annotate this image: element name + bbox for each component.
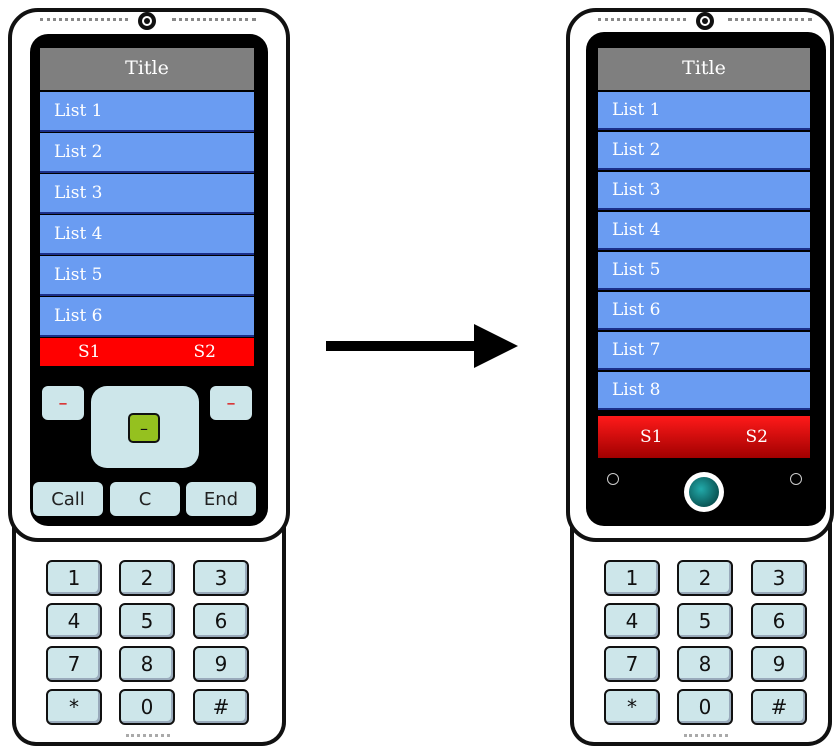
- right-list-item-8[interactable]: List 8: [598, 372, 810, 410]
- right-list-item-4[interactable]: List 4: [598, 212, 810, 250]
- right-home-button-icon[interactable]: [684, 472, 724, 512]
- left-softkey-bar: S1 S2: [40, 338, 254, 366]
- left-key-6[interactable]: 6: [193, 603, 249, 639]
- right-key-star[interactable]: *: [604, 689, 660, 725]
- right-camera-icon: [696, 12, 714, 30]
- left-list-item-1[interactable]: List 1: [40, 92, 254, 132]
- right-key-8[interactable]: 8: [677, 646, 733, 682]
- transition-arrow-icon: [326, 324, 518, 368]
- right-key-3[interactable]: 3: [751, 560, 807, 596]
- right-list-item-1[interactable]: List 1: [598, 92, 810, 130]
- left-center-select-button[interactable]: –: [128, 413, 160, 443]
- left-key-2[interactable]: 2: [119, 560, 175, 596]
- right-key-2[interactable]: 2: [677, 560, 733, 596]
- right-softkey-s1[interactable]: S1: [640, 427, 662, 447]
- right-title-bar: Title: [598, 48, 810, 90]
- right-list-item-6[interactable]: List 6: [598, 292, 810, 330]
- left-microphone-grille: [126, 734, 170, 737]
- left-camera-icon: [138, 12, 156, 30]
- left-key-9[interactable]: 9: [193, 646, 249, 682]
- right-key-hash[interactable]: #: [751, 689, 807, 725]
- right-key-6[interactable]: 6: [751, 603, 807, 639]
- left-list-item-6[interactable]: List 6: [40, 297, 254, 337]
- right-right-sensor-icon: [790, 473, 802, 485]
- left-key-4[interactable]: 4: [46, 603, 102, 639]
- right-key-5[interactable]: 5: [677, 603, 733, 639]
- right-softkey-s2[interactable]: S2: [746, 427, 768, 447]
- left-softkey-s2[interactable]: S2: [194, 342, 216, 362]
- right-key-7[interactable]: 7: [604, 646, 660, 682]
- left-key-8[interactable]: 8: [119, 646, 175, 682]
- left-key-hash[interactable]: #: [193, 689, 249, 725]
- left-side-key-left[interactable]: –: [42, 386, 84, 420]
- right-list-item-3[interactable]: List 3: [598, 172, 810, 210]
- left-call-button[interactable]: Call: [33, 482, 103, 516]
- right-key-0[interactable]: 0: [677, 689, 733, 725]
- left-list-item-5[interactable]: List 5: [40, 256, 254, 296]
- left-title-bar: Title: [40, 48, 254, 90]
- left-key-star[interactable]: *: [46, 689, 102, 725]
- left-list-item-4[interactable]: List 4: [40, 215, 254, 255]
- right-key-1[interactable]: 1: [604, 560, 660, 596]
- left-speaker-grille: [40, 18, 128, 22]
- right-list-item-5[interactable]: List 5: [598, 252, 810, 290]
- right-softkey-bar: S1 S2: [598, 416, 810, 458]
- right-speaker-grille: [598, 18, 686, 22]
- left-key-3[interactable]: 3: [193, 560, 249, 596]
- left-key-1[interactable]: 1: [46, 560, 102, 596]
- left-list-item-3[interactable]: List 3: [40, 174, 254, 214]
- right-microphone-grille: [684, 734, 728, 737]
- left-key-0[interactable]: 0: [119, 689, 175, 725]
- left-side-key-right[interactable]: –: [210, 386, 252, 420]
- left-speaker-grille-right: [172, 18, 256, 22]
- right-key-9[interactable]: 9: [751, 646, 807, 682]
- right-list-item-2[interactable]: List 2: [598, 132, 810, 170]
- right-key-4[interactable]: 4: [604, 603, 660, 639]
- left-end-button[interactable]: End: [186, 482, 256, 516]
- right-list-item-7[interactable]: List 7: [598, 332, 810, 370]
- left-key-5[interactable]: 5: [119, 603, 175, 639]
- right-left-sensor-icon: [607, 473, 619, 485]
- right-speaker-grille-right: [728, 18, 812, 22]
- left-clear-button[interactable]: C: [110, 482, 180, 516]
- left-key-7[interactable]: 7: [46, 646, 102, 682]
- left-list-item-2[interactable]: List 2: [40, 133, 254, 173]
- left-softkey-s1[interactable]: S1: [78, 342, 100, 362]
